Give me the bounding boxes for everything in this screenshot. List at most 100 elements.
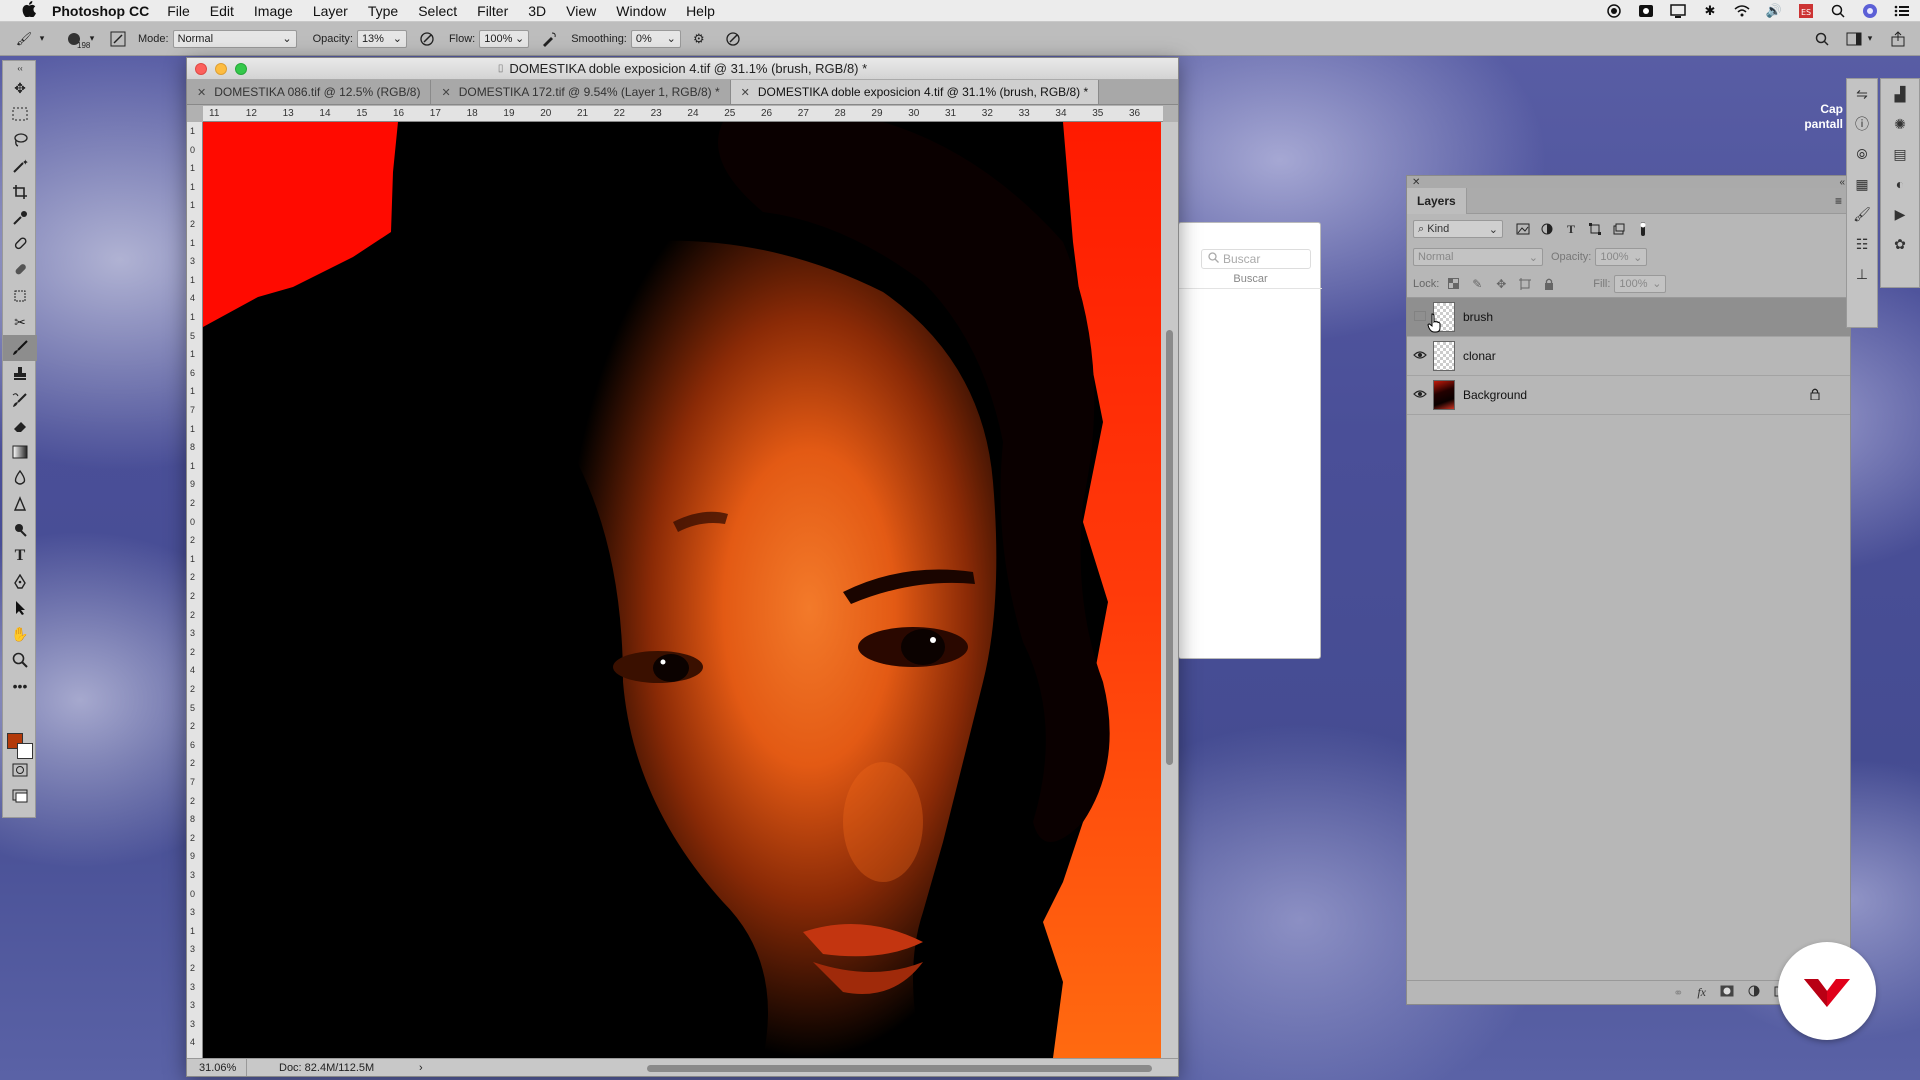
add-mask-icon[interactable] <box>1720 985 1734 1000</box>
background-color-swatch[interactable] <box>17 743 33 759</box>
status-menu-arrow-icon[interactable]: › <box>419 1062 423 1074</box>
type-layer-filter-icon[interactable]: T <box>1561 221 1581 237</box>
bluetooth-icon[interactable]: ✱ <box>1702 3 1718 19</box>
screenshot-icon[interactable] <box>1638 3 1654 19</box>
close-tab-icon[interactable]: ✕ <box>741 86 750 99</box>
hand-tool-icon[interactable]: ✋ <box>3 621 37 647</box>
layer-row-background[interactable]: Background <box>1407 376 1850 415</box>
adjustment-layer-filter-icon[interactable] <box>1537 221 1557 237</box>
navigator-panel-icon[interactable]: ✺ <box>1881 109 1919 139</box>
screen-mode-icon[interactable] <box>3 783 37 809</box>
filter-toggle-icon[interactable] <box>1633 221 1653 237</box>
spot-healing-tool-icon[interactable] <box>3 231 37 257</box>
close-tab-icon[interactable]: ✕ <box>197 86 206 99</box>
history-panel-icon[interactable]: ⇋ <box>1847 79 1877 109</box>
gradient-tool-icon[interactable] <box>3 439 37 465</box>
tab-domestika-086[interactable]: ✕ DOMESTIKA 086.tif @ 12.5% (RGB/8) <box>187 80 432 104</box>
magic-wand-tool-icon[interactable]: ✦ <box>3 153 37 179</box>
crop-tool-icon[interactable] <box>3 179 37 205</box>
eraser-tool-icon[interactable] <box>3 413 37 439</box>
panel-grip[interactable]: ‹‹ <box>3 61 37 75</box>
search-input[interactable]: Buscar <box>1201 249 1311 269</box>
flow-field[interactable]: 100% ⌄ <box>479 29 530 48</box>
menu-edit[interactable]: Edit <box>210 3 234 19</box>
lock-image-pixels-icon[interactable]: ✎ <box>1467 276 1487 292</box>
marquee-tool-icon[interactable] <box>3 101 37 127</box>
adjustment-layer-icon[interactable] <box>1748 985 1760 1000</box>
eyedropper-tool-icon[interactable] <box>3 205 37 231</box>
pen-tool-icon[interactable] <box>3 569 37 595</box>
lock-artboard-icon[interactable] <box>1515 276 1535 292</box>
histogram-panel-icon[interactable]: ▟ <box>1881 79 1919 109</box>
type-tool-icon[interactable]: T <box>3 543 37 569</box>
collapse-panel-icon[interactable]: « <box>1839 177 1845 188</box>
more-tools-icon[interactable]: ••• <box>3 673 37 699</box>
siri-icon[interactable] <box>1862 3 1878 19</box>
lock-transparent-pixels-icon[interactable] <box>1443 276 1463 292</box>
display-icon[interactable] <box>1670 3 1686 19</box>
smoothing-field[interactable]: 0% ⌄ <box>630 29 681 48</box>
vertical-scroll-thumb[interactable] <box>1166 330 1173 765</box>
pressure-size-icon[interactable] <box>725 31 741 47</box>
menu-filter[interactable]: Filter <box>477 3 508 19</box>
patch-tool-icon[interactable] <box>3 257 37 283</box>
menu-file[interactable]: File <box>167 3 190 19</box>
shape-layer-filter-icon[interactable] <box>1585 221 1605 237</box>
search-icon[interactable] <box>1814 31 1830 47</box>
lock-icon[interactable] <box>1810 388 1820 403</box>
info-panel-icon[interactable]: ⓘ <box>1847 109 1877 139</box>
fill-field[interactable]: 100% ⌄ <box>1614 274 1667 293</box>
horizontal-ruler[interactable]: 11 12 13 14 15 16 17 18 19 20 21 22 23 24 25 26 27 28 29 30… <box>203 106 1163 122</box>
preset-chevron-icon[interactable]: ▾ <box>34 31 50 47</box>
grid-panel-icon[interactable]: ▦ <box>1847 169 1877 199</box>
layer-name[interactable]: brush <box>1463 310 1493 324</box>
menu-window[interactable]: Window <box>616 3 666 19</box>
vertical-scrollbar[interactable] <box>1161 122 1178 1058</box>
red-eye-tool-icon[interactable]: ✂ <box>3 309 37 335</box>
menu-select[interactable]: Select <box>418 3 457 19</box>
notification-center-icon[interactable] <box>1894 3 1910 19</box>
brush-settings-icon[interactable] <box>110 31 126 47</box>
gear-icon[interactable]: ⚙ <box>691 31 707 47</box>
channels-panel-icon[interactable]: ▤ <box>1881 139 1919 169</box>
lock-position-icon[interactable]: ✥ <box>1491 276 1511 292</box>
menu-view[interactable]: View <box>566 3 596 19</box>
workspace-icon[interactable] <box>1846 31 1862 47</box>
menu-layer[interactable]: Layer <box>313 3 348 19</box>
lasso-tool-icon[interactable] <box>3 127 37 153</box>
panel-menu-icon[interactable]: ≡ <box>1835 194 1842 208</box>
zoom-window-button[interactable] <box>235 63 247 75</box>
content-aware-move-icon[interactable] <box>3 283 37 309</box>
move-tool-icon[interactable]: ✥ <box>3 75 37 101</box>
tab-doble-exposicion[interactable]: ✕ DOMESTIKA doble exposicion 4.tif @ 31.… <box>730 80 1100 104</box>
brush-tool-preset-icon[interactable]: 🖌 <box>16 31 33 47</box>
tab-domestika-172[interactable]: ✕ DOMESTIKA 172.tif @ 9.54% (Layer 1, RG… <box>431 80 731 104</box>
close-window-button[interactable] <box>195 63 207 75</box>
path-selection-tool-icon[interactable] <box>3 595 37 621</box>
menu-image[interactable]: Image <box>254 3 293 19</box>
menu-type[interactable]: Type <box>368 3 398 19</box>
blend-mode-dropdown[interactable]: Normal ⌄ <box>1413 248 1543 266</box>
input-source-icon[interactable]: ES <box>1798 3 1814 19</box>
smart-object-filter-icon[interactable] <box>1609 221 1629 237</box>
menu-help[interactable]: Help <box>686 3 715 19</box>
clone-stamp-tool-icon[interactable] <box>3 361 37 387</box>
layer-style-icon[interactable]: fx <box>1697 985 1706 1000</box>
eye-icon[interactable] <box>1407 349 1433 363</box>
airbrush-icon[interactable] <box>541 31 557 47</box>
properties-panel-icon[interactable]: ☷ <box>1847 229 1877 259</box>
volume-icon[interactable]: 🔊 <box>1766 3 1782 19</box>
horizontal-scroll-thumb[interactable] <box>647 1065 1152 1072</box>
image-canvas[interactable] <box>203 122 1163 1058</box>
3d-panel-icon[interactable]: ⦾ <box>1847 139 1877 169</box>
pixel-layer-filter-icon[interactable] <box>1513 221 1533 237</box>
layer-row-brush[interactable]: brush <box>1407 298 1850 337</box>
tab-layers[interactable]: Layers <box>1407 187 1467 214</box>
menu-3d[interactable]: 3D <box>528 3 546 19</box>
close-panel-icon[interactable]: ✕ <box>1412 177 1420 188</box>
layer-name[interactable]: Background <box>1463 388 1527 402</box>
layer-name[interactable]: clonar <box>1463 349 1496 363</box>
layer-kind-filter[interactable]: ⌕ Kind ⌄ <box>1413 220 1503 238</box>
zoom-level-field[interactable]: 31.06% <box>187 1059 247 1076</box>
dodge-tool-icon[interactable] <box>3 491 37 517</box>
